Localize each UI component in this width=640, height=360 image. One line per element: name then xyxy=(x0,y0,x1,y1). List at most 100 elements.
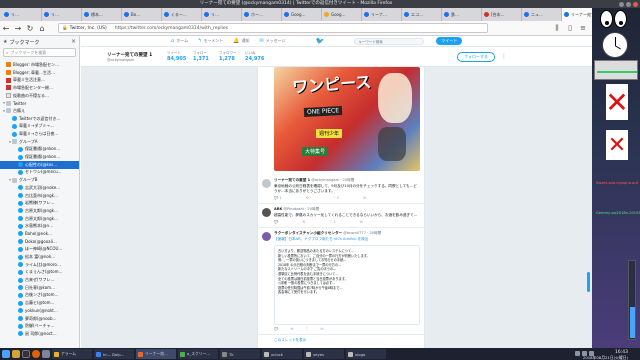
bookmark-item[interactable]: yokkun(@nokt… xyxy=(0,307,79,315)
taskbar-task[interactable]: アラーム xyxy=(52,349,92,359)
bookmark-item[interactable]: 古比亜市(@ngk… xyxy=(0,192,79,200)
bookmark-item[interactable]: 保証書通(@nkon… xyxy=(0,146,79,154)
tweet-author[interactable]: ラクーポンタイスチャン小組クリセンター xyxy=(274,231,342,235)
reply-button[interactable]: 💬 xyxy=(274,327,278,331)
bookmark-item[interactable]: 松本 富(@nok… xyxy=(0,253,79,261)
browser-tab[interactable]: Goog… xyxy=(322,8,362,21)
scrollbar-thumb[interactable] xyxy=(587,272,590,292)
browser-tab[interactable]: リ… xyxy=(2,8,42,21)
bookmark-item[interactable]: 鼠 司郎(@noct… xyxy=(0,330,79,338)
bookmark-item[interactable]: 古原太郎(@ngk… xyxy=(0,215,79,223)
mini-window[interactable] xyxy=(594,60,638,80)
bookmark-item[interactable]: ライム比(@moro… xyxy=(0,261,79,269)
taskbar-task[interactable]: xeyes xyxy=(304,349,344,359)
tweet-author[interactable]: ARK xyxy=(274,207,282,211)
tweet-time[interactable]: 20時間 xyxy=(343,178,355,182)
bookmark-item[interactable]: 車載ミ→ダブミ→… xyxy=(0,123,79,131)
bookmark-item[interactable]: 心配性の(@kos… xyxy=(0,160,79,169)
twitter-nav-item[interactable]: ✉ メッセージ xyxy=(259,38,285,44)
maximize-icon[interactable] xyxy=(626,1,631,7)
home-button[interactable]: ⌂ xyxy=(36,22,48,34)
avatar[interactable] xyxy=(262,232,271,241)
browser-tab[interactable]: Bo… xyxy=(122,8,162,21)
bookmark-item[interactable]: 古来ぜ(ワフレ… xyxy=(0,276,79,284)
like-button[interactable]: ♡ 1 xyxy=(329,220,348,224)
browser-tab[interactable]: [合本… xyxy=(482,8,522,21)
back-button[interactable]: ← xyxy=(0,22,12,34)
bookmark-item[interactable]: 岩熊練(ワフレ… xyxy=(0,199,79,207)
show-thread-link[interactable]: このスレッドを表示 xyxy=(258,338,424,343)
browser-tab[interactable]: リーナ… xyxy=(362,8,402,21)
bookmark-item[interactable]: ほー神崎(@NCOU… xyxy=(0,246,79,254)
menu-icon[interactable]: ≡ xyxy=(578,23,588,33)
like-button[interactable]: ♡ xyxy=(305,327,308,331)
taskbar-clock[interactable]: 16:43 2018年08月21日(火曜日) xyxy=(583,348,628,360)
tweet-image[interactable]: ワンピース ONE PIECE 週刊少年 大特集号 xyxy=(274,67,420,171)
bookmark-item[interactable]: セトウシ(@mecu… xyxy=(0,169,79,177)
taskbar-task[interactable]: a_スクリー… xyxy=(178,349,218,359)
browser-tab[interactable]: リーナー宛て… xyxy=(562,8,592,21)
twitter-nav-item[interactable]: ⌂ ホーム xyxy=(171,38,188,44)
desktop-label[interactable]: Gemmy-sql2018n-20191 xyxy=(596,211,640,215)
quoted-content[interactable]: 古い方より、郵送物品のあたる方のシステムにつて… 新しい投票所において、ご自分の一… xyxy=(274,245,420,325)
profile-stat[interactable]: いいね 24,976 xyxy=(245,51,271,62)
twitter-nav-item[interactable]: ϟ モーメント xyxy=(198,38,223,44)
tweet-time[interactable]: 20時間 xyxy=(307,207,319,211)
bookmark-item[interactable]: Blogger: 市場急配セン… xyxy=(0,61,79,69)
retweet-button[interactable]: ⟲ xyxy=(306,196,321,200)
dm-button[interactable]: ✉ xyxy=(320,327,323,331)
close-icon[interactable]: × xyxy=(71,38,76,45)
browser-tab[interactable]: 鉄… xyxy=(442,8,482,21)
volume-slider[interactable] xyxy=(628,260,636,340)
profile-stat[interactable]: フォロー 1,371 xyxy=(193,51,219,62)
app-menu-icon[interactable] xyxy=(2,350,10,358)
twitter-nav-item[interactable]: 🔔 通知 xyxy=(233,38,249,44)
desktop-label[interactable]: Sweet-add-mysql-sua.tl xyxy=(596,181,640,185)
bookmark-item[interactable]: ▾ Twitter xyxy=(0,99,79,107)
minimize-icon[interactable] xyxy=(619,1,624,7)
tweet[interactable]: ラクーポンタイスチャン小組クリセンター @bcom0777 · 20時間 【速報… xyxy=(258,228,424,335)
reply-button[interactable]: 💬 xyxy=(274,220,290,224)
bookmark-item[interactable]: 吉藤ヒ(@tom… xyxy=(0,299,79,307)
bookmark-item[interactable]: 夢奇郎(@noob… xyxy=(0,315,79,323)
firefox-icon[interactable] xyxy=(32,350,40,358)
retweet-button[interactable]: ⟲ xyxy=(302,220,317,224)
bookmark-item[interactable]: 仮歌曲の不穏なる… xyxy=(0,92,79,100)
like-button[interactable]: ♡ 2 xyxy=(333,196,352,200)
xlogo-widget[interactable]: ✕ xyxy=(605,84,629,120)
xeyes-widget[interactable] xyxy=(600,10,628,28)
dm-button[interactable]: ✉ xyxy=(360,220,363,224)
bookmark-item[interactable]: 防御(ベーチャ… xyxy=(0,322,79,330)
bookmark-item[interactable]: 保証書通(@nkon… xyxy=(0,153,79,161)
xlogo-widget[interactable]: ✕ xyxy=(606,130,628,160)
close-icon[interactable] xyxy=(633,1,638,7)
taskbar-task[interactable]: Tk xyxy=(220,349,260,359)
bookmark-item[interactable]: くまぇんさ(@tom… xyxy=(0,269,79,277)
bookmark-item[interactable]: 吉武大羽(@noke… xyxy=(0,184,79,192)
browser-tab[interactable]: Goog… xyxy=(282,8,322,21)
follow-button[interactable]: フォローする xyxy=(457,51,495,62)
bookmark-item[interactable]: 古後ンさ(@tom… xyxy=(0,292,79,300)
reload-button[interactable]: ↻ xyxy=(24,22,36,34)
browser-tab[interactable]: 標本… xyxy=(82,8,122,21)
browser-tab[interactable]: ニュ… xyxy=(522,8,562,21)
taskbar-task[interactable]: hr— Dolp… xyxy=(94,349,134,359)
browser-tab[interactable]: リ… xyxy=(202,8,242,21)
more-options-icon[interactable]: ⋮ xyxy=(501,53,507,60)
profile-name[interactable]: リーナー宛ての要望 1 @ockymangam xyxy=(107,52,167,62)
browser-tab[interactable]: エコ… xyxy=(402,8,442,21)
taskbar-task[interactable]: xlogo xyxy=(346,349,386,359)
settings-icon[interactable] xyxy=(42,350,50,358)
bookmark-item[interactable]: Twitterでの返信付き… xyxy=(0,115,79,123)
bookmark-item[interactable]: 市場急配センター総… xyxy=(0,84,79,92)
bookmark-item[interactable]: 古原太郎(@ngk… xyxy=(0,207,79,215)
tweet-button[interactable]: ツイート xyxy=(436,37,463,45)
url-bar[interactable]: 🔒 Twitter, Inc. (US) https://twitter.com… xyxy=(58,23,488,33)
bookmark-item[interactable]: 日社専(@kom… xyxy=(0,284,79,292)
bookmark-item[interactable]: Baho(@nok… xyxy=(0,230,79,238)
bookmark-item[interactable]: ▾ 古備え xyxy=(0,107,79,115)
browser-tab[interactable]: ホー… xyxy=(242,8,282,21)
twitter-search-input[interactable]: キーワード検索 xyxy=(354,37,425,45)
profile-stat[interactable]: フォロワー 1,278 xyxy=(219,51,245,62)
taskbar-task[interactable]: リーナー宛… xyxy=(136,349,176,359)
